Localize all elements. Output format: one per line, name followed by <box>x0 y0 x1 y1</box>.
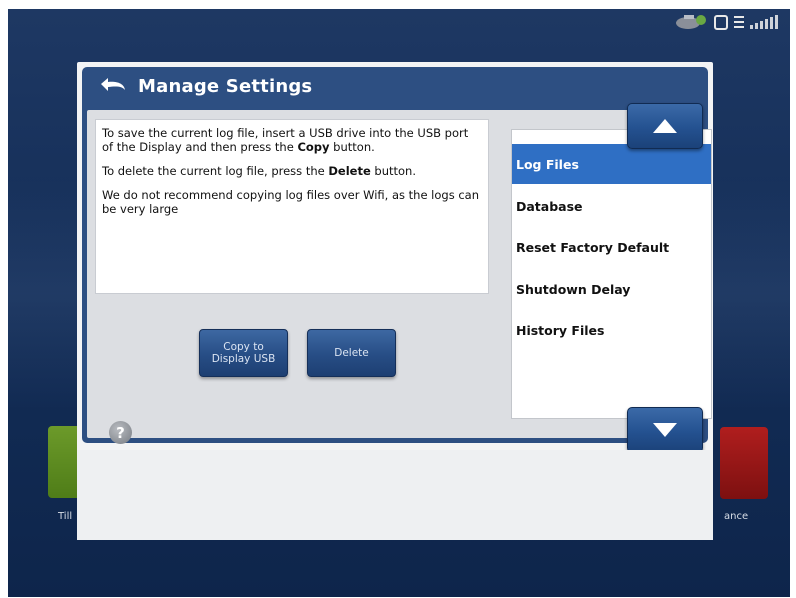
copy-button-label: Copy to Display USB <box>212 341 276 365</box>
scroll-down-button[interactable] <box>627 407 703 453</box>
message-copy-bold: Copy <box>297 140 330 154</box>
message-text: button. <box>329 140 375 154</box>
help-icon[interactable]: ? <box>109 421 132 444</box>
gps-icon <box>676 15 706 29</box>
maintenance-tile[interactable] <box>720 427 768 499</box>
message-paragraph-copy: To save the current log file, insert a U… <box>102 126 482 154</box>
list-item-shutdown-delay[interactable]: Shutdown Delay <box>512 269 711 309</box>
message-text: button. <box>370 164 416 178</box>
dialog-title: Manage Settings <box>138 75 313 97</box>
delete-button-label: Delete <box>334 347 369 359</box>
list-item-database[interactable]: Database <box>512 186 711 226</box>
signal-icon <box>750 15 778 29</box>
list-item-reset-factory-default[interactable]: Reset Factory Default <box>512 227 711 267</box>
menu-icon <box>734 16 744 28</box>
tillage-tile-label: Till <box>58 511 73 522</box>
triangle-up-icon <box>653 119 677 133</box>
triangle-down-icon <box>653 423 677 437</box>
list-item-log-files[interactable]: Log Files <box>512 144 711 184</box>
dialog-body: To save the current log file, insert a U… <box>87 110 712 444</box>
message-text: To delete the current log file, press th… <box>102 164 329 178</box>
dialog-header: Manage Settings <box>82 67 312 105</box>
status-bar <box>674 13 780 31</box>
message-box: To save the current log file, insert a U… <box>95 119 489 294</box>
message-paragraph-wifi: We do not recommend copying log files ov… <box>102 188 480 216</box>
dialog-frame: Manage Settings To save the current log … <box>82 67 712 453</box>
settings-list: Log Files Database Reset Factory Default… <box>511 129 712 419</box>
copy-button-line2: Display USB <box>211 353 276 365</box>
maintenance-tile-label: ance <box>724 511 749 522</box>
message-paragraph-delete: To delete the current log file, press th… <box>102 164 482 178</box>
message-text: To save the current log file, insert a U… <box>102 126 469 154</box>
display-icon <box>714 14 728 30</box>
scroll-up-button[interactable] <box>627 103 703 149</box>
copy-button-line1: Copy to <box>223 341 264 353</box>
dialog-footer <box>77 450 713 540</box>
back-arrow-icon[interactable] <box>98 75 128 97</box>
manage-settings-dialog: Manage Settings To save the current log … <box>77 62 713 540</box>
copy-to-usb-button[interactable]: Copy to Display USB <box>199 329 288 377</box>
message-delete-bold: Delete <box>328 164 371 178</box>
list-item-history-files[interactable]: History Files <box>512 310 711 350</box>
delete-button[interactable]: Delete <box>307 329 396 377</box>
